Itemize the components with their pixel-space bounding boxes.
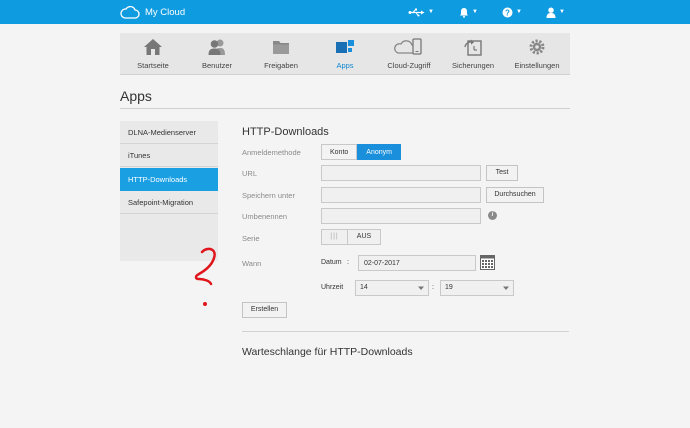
hour-value: 14	[360, 284, 368, 291]
rename-label: Umbenennen	[242, 212, 288, 221]
cloud-device-icon	[394, 38, 422, 55]
login-method-label: Anmeldemethode	[242, 148, 301, 157]
calendar-icon[interactable]	[480, 255, 495, 270]
nav-label: Einstellungen	[514, 61, 560, 70]
url-input[interactable]	[321, 165, 481, 181]
section-divider	[242, 331, 569, 332]
sidebar-item-safepoint[interactable]: Safepoint-Migration	[120, 191, 218, 214]
save-as-input[interactable]	[321, 187, 481, 203]
nav-item-cloud-zugriff[interactable]: Cloud-Zugriff	[377, 33, 441, 75]
nav-label: Sicherungen	[451, 61, 495, 70]
nav-label: Startseite	[137, 61, 169, 70]
nav-label: Freigaben	[264, 61, 298, 70]
usb-icon	[408, 8, 425, 16]
chevron-down-icon	[418, 286, 424, 290]
create-button[interactable]: Erstellen	[242, 302, 287, 318]
rename-input[interactable]	[321, 208, 481, 224]
login-option-anonym[interactable]: Anonym	[357, 144, 401, 160]
time-label: Uhrzeit	[321, 284, 344, 291]
login-option-konto[interactable]: Konto	[321, 144, 358, 160]
nav-item-startseite[interactable]: Startseite	[121, 33, 185, 75]
title-divider	[120, 108, 570, 109]
folder-icon	[273, 41, 289, 54]
when-label: Wann	[242, 259, 262, 268]
date-colon: :	[347, 259, 349, 266]
login-method-toggle: Konto Anonym	[321, 144, 401, 160]
svg-text:?: ?	[505, 8, 510, 17]
backup-icon	[464, 39, 482, 56]
url-label: URL	[242, 169, 258, 178]
chevron-down-icon	[503, 286, 509, 290]
hour-select[interactable]: 14	[355, 280, 429, 296]
nav-item-apps[interactable]: Apps	[313, 33, 377, 75]
chevron-down-icon: ▼	[472, 9, 478, 15]
apps-icon	[336, 40, 354, 53]
bell-icon	[460, 7, 468, 18]
nav-item-benutzer[interactable]: Benutzer	[185, 33, 249, 75]
chevron-down-icon: ▼	[559, 9, 565, 15]
nav-item-sicherungen[interactable]: Sicherungen	[441, 33, 505, 75]
test-button[interactable]: Test	[486, 165, 518, 181]
brand-logo[interactable]: My Cloud	[120, 4, 185, 20]
nav-item-freigaben[interactable]: Freigaben	[249, 33, 313, 75]
http-downloads-heading: HTTP-Downloads	[242, 126, 329, 138]
series-toggle-value: AUS	[356, 233, 372, 240]
gear-icon	[529, 39, 545, 55]
page-title: Apps	[120, 88, 152, 104]
time-colon: :	[432, 284, 434, 291]
chevron-down-icon: ▼	[428, 9, 434, 15]
nav-label: Apps	[336, 61, 354, 70]
browse-button[interactable]: Durchsuchen	[486, 187, 544, 203]
cloud-logo-icon	[120, 5, 140, 19]
date-label: Datum	[321, 259, 342, 266]
date-input[interactable]	[358, 255, 476, 271]
sidebar-item-itunes[interactable]: iTunes	[120, 144, 218, 167]
info-icon[interactable]: i	[488, 211, 497, 220]
nav-label: Benutzer	[201, 61, 233, 70]
help-icon: ?	[502, 7, 513, 17]
toggle-knob: |||	[322, 230, 348, 244]
sidebar-item-http-downloads[interactable]: HTTP-Downloads	[120, 168, 218, 191]
series-label: Serie	[242, 234, 260, 243]
minute-value: 19	[445, 284, 453, 291]
users-icon	[208, 39, 225, 55]
question-mark-annotation-icon	[194, 247, 216, 306]
queue-heading: Warteschlange für HTTP-Downloads	[242, 346, 413, 358]
series-toggle[interactable]: ||| AUS	[321, 229, 381, 245]
sidebar-item-dlna[interactable]: DLNA-Medienserver	[120, 121, 218, 144]
apps-sidebar: DLNA-Medienserver iTunes HTTP-Downloads …	[120, 121, 218, 261]
home-icon	[144, 39, 162, 55]
user-menu[interactable]: ▼	[546, 4, 565, 20]
save-as-label: Speichern unter	[242, 191, 295, 200]
nav-item-einstellungen[interactable]: Einstellungen	[505, 33, 569, 75]
help-menu[interactable]: ? ▼	[502, 4, 522, 20]
minute-select[interactable]: 19	[440, 280, 514, 296]
usb-menu[interactable]: ▼	[408, 4, 434, 20]
nav-label: Cloud-Zugriff	[387, 61, 431, 70]
notifications-menu[interactable]: ▼	[459, 4, 478, 20]
chevron-down-icon: ▼	[516, 9, 522, 15]
user-icon	[546, 7, 556, 18]
top-bar: My Cloud ▼ ▼ ? ▼ ▼	[0, 0, 690, 24]
brand-name: My Cloud	[145, 6, 186, 18]
main-nav: Startseite Benutzer Freigaben Apps Cloud…	[120, 33, 570, 75]
